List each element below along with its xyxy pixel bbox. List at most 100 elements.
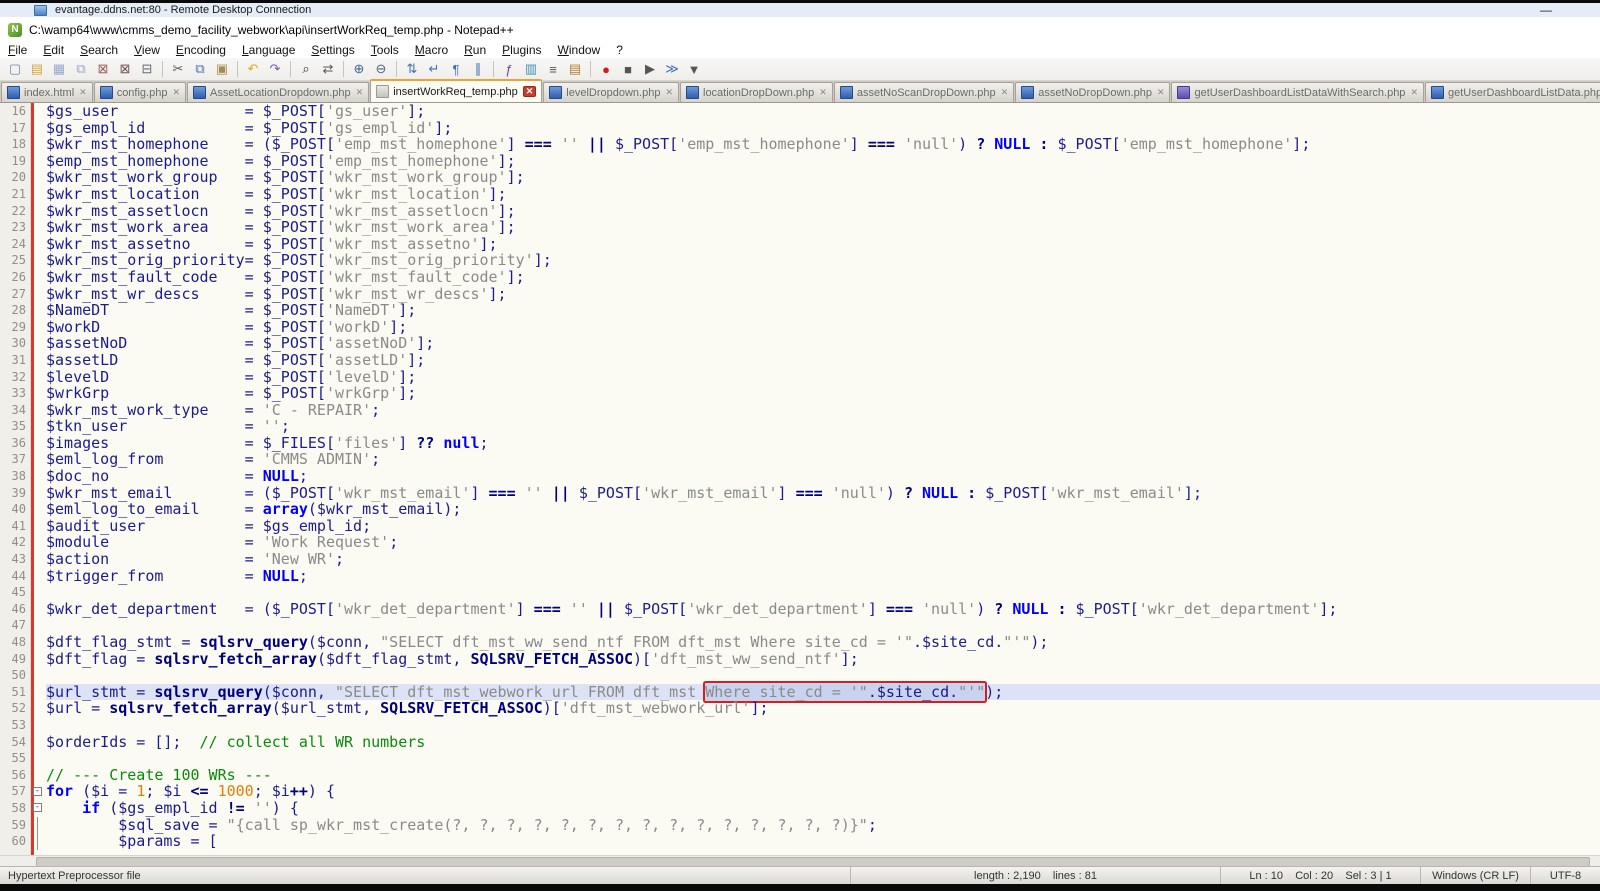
line-number[interactable]: 19: [0, 153, 30, 170]
code-line[interactable]: 57-for ($i = 1; $i <= 1000; $i++) {: [0, 783, 1600, 800]
function-list-icon[interactable]: ƒ: [499, 59, 519, 79]
undo-icon[interactable]: ↶: [243, 59, 263, 79]
macro-play-icon[interactable]: ▶: [640, 59, 660, 79]
close-all-icon[interactable]: ⊠: [115, 59, 135, 79]
menu-item-file[interactable]: File: [0, 43, 35, 57]
code-line[interactable]: 18$wkr_mst_homephone = ($_POST['emp_mst_…: [0, 136, 1600, 153]
code-line[interactable]: 40$eml_log_to_email = array($wkr_mst_ema…: [0, 501, 1600, 518]
code-text[interactable]: $url_stmt = sqlsrv_query($conn, "SELECT …: [46, 684, 1600, 701]
menu-item-macro[interactable]: Macro: [407, 43, 456, 57]
code-text[interactable]: $wkr_mst_work_group = $_POST['wkr_mst_wo…: [46, 169, 1600, 186]
line-number[interactable]: 55: [0, 750, 30, 767]
tab-assetNoDropDown-php[interactable]: assetNoDropDown.php✕: [1015, 82, 1170, 102]
zoom-out-icon[interactable]: ⊖: [371, 59, 391, 79]
code-text[interactable]: $tkn_user = '';: [46, 418, 1600, 435]
line-number[interactable]: 31: [0, 352, 30, 369]
new-file-icon[interactable]: ▢: [5, 59, 25, 79]
menu-item-settings[interactable]: Settings: [303, 43, 362, 57]
tab-close-icon[interactable]: ✕: [1001, 88, 1009, 97]
replace-icon[interactable]: ⇄: [318, 59, 338, 79]
tab-getUserDashboardListData-php[interactable]: getUserDashboardListData.php✕: [1425, 82, 1600, 102]
code-line[interactable]: 48$dft_flag_stmt = sqlsrv_query($conn, "…: [0, 634, 1600, 651]
sync-vertical-scrolling-icon[interactable]: ⇅: [402, 59, 422, 79]
line-number[interactable]: 53: [0, 717, 30, 734]
menu-item-window[interactable]: Window: [550, 43, 609, 57]
save-file-icon[interactable]: ▦: [49, 59, 69, 79]
code-text[interactable]: [46, 617, 1600, 634]
code-line[interactable]: 41 $audit_user = $gs_empl_id;: [0, 518, 1600, 535]
menu-item-plugins[interactable]: Plugins: [494, 43, 549, 57]
cut-icon[interactable]: ✂: [168, 59, 188, 79]
tab-close-icon[interactable]: ✕: [79, 88, 87, 97]
editor-text-area[interactable]: 16$gs_user = $_POST['gs_user'];17$gs_emp…: [0, 103, 1600, 850]
code-text[interactable]: $eml_log_from = 'CMMS ADMIN';: [46, 451, 1600, 468]
find-icon[interactable]: ⌕: [296, 59, 316, 79]
code-text[interactable]: $wkr_mst_wr_descs = $_POST['wkr_mst_wr_d…: [46, 286, 1600, 303]
code-text[interactable]: for ($i = 1; $i <= 1000; $i++) {: [46, 783, 1600, 800]
macro-record-icon[interactable]: ●: [596, 59, 616, 79]
paste-icon[interactable]: ▣: [212, 59, 232, 79]
code-line[interactable]: 24$wkr_mst_assetno = $_POST['wkr_mst_ass…: [0, 236, 1600, 253]
open-file-icon[interactable]: ▤: [27, 59, 47, 79]
code-text[interactable]: $module = 'Work Request';: [46, 534, 1600, 551]
code-line[interactable]: 43 $action = 'New WR';: [0, 551, 1600, 568]
code-line[interactable]: 51 $url_stmt = sqlsrv_query($conn, "SELEC…: [0, 684, 1600, 701]
line-number[interactable]: 44: [0, 568, 30, 585]
rdp-minimize-button[interactable]: —: [1540, 5, 1552, 15]
code-line[interactable]: 59 $sql_save = "{call sp_wkr_mst_create(…: [0, 817, 1600, 834]
code-line[interactable]: 30$assetNoD = $_POST['assetNoD'];: [0, 335, 1600, 352]
line-number[interactable]: 41: [0, 518, 30, 535]
line-number[interactable]: 43: [0, 551, 30, 568]
zoom-in-icon[interactable]: ⊕: [349, 59, 369, 79]
show-all-characters-icon[interactable]: ¶: [446, 59, 466, 79]
code-text[interactable]: $workD = $_POST['workD'];: [46, 319, 1600, 336]
code-text[interactable]: $wkr_mst_fault_code = $_POST['wkr_mst_fa…: [46, 269, 1600, 286]
code-text[interactable]: $gs_user = $_POST['gs_user'];: [46, 103, 1600, 120]
line-number[interactable]: 51: [0, 684, 30, 701]
code-text[interactable]: $emp_mst_homephone = $_POST['emp_mst_hom…: [46, 153, 1600, 170]
code-line[interactable]: 23$wkr_mst_work_area = $_POST['wkr_mst_w…: [0, 219, 1600, 236]
code-text[interactable]: $action = 'New WR';: [46, 551, 1600, 568]
code-line[interactable]: 44$trigger_from = NULL;: [0, 568, 1600, 585]
tab-close-icon[interactable]: ✕: [1410, 88, 1418, 97]
code-line[interactable]: 36$images = $_FILES['files'] ?? null;: [0, 435, 1600, 452]
line-number[interactable]: 47: [0, 617, 30, 634]
line-number[interactable]: 30: [0, 335, 30, 352]
redo-icon[interactable]: ↷: [265, 59, 285, 79]
code-line[interactable]: 42$module = 'Work Request';: [0, 534, 1600, 551]
folder-as-workspace-icon[interactable]: ▤: [565, 59, 585, 79]
menu-item-view[interactable]: View: [126, 43, 168, 57]
line-number[interactable]: 48: [0, 634, 30, 651]
code-text[interactable]: $dft_flag = sqlsrv_fetch_array($dft_flag…: [46, 651, 1600, 668]
code-line[interactable]: 20$wkr_mst_work_group = $_POST['wkr_mst_…: [0, 169, 1600, 186]
code-text[interactable]: $levelD = $_POST['levelD'];: [46, 369, 1600, 386]
fold-collapse-icon[interactable]: -: [33, 803, 42, 812]
code-line[interactable]: 53: [0, 717, 1600, 734]
line-number[interactable]: 24: [0, 236, 30, 253]
line-number[interactable]: 40: [0, 501, 30, 518]
code-line[interactable]: 25$wkr_mst_orig_priority= $_POST['wkr_ms…: [0, 252, 1600, 269]
code-text[interactable]: $wkr_mst_assetlocn = $_POST['wkr_mst_ass…: [46, 203, 1600, 220]
code-line[interactable]: 46$wkr_det_department = ($_POST['wkr_det…: [0, 601, 1600, 618]
menu-item-tools[interactable]: Tools: [363, 43, 407, 57]
line-number[interactable]: 59: [0, 817, 30, 834]
line-number[interactable]: 57: [0, 783, 30, 800]
line-number[interactable]: 49: [0, 651, 30, 668]
tab-getUserDashboardListDataWithSearch-php[interactable]: getUserDashboardListDataWithSearch.php✕: [1171, 82, 1424, 102]
tab-config-php[interactable]: config.php✕: [94, 82, 186, 102]
line-number[interactable]: 35: [0, 418, 30, 435]
code-line[interactable]: 52$url = sqlsrv_fetch_array($url_stmt, S…: [0, 700, 1600, 717]
code-line[interactable]: 19 $emp_mst_homephone = $_POST['emp_mst_h…: [0, 153, 1600, 170]
code-text[interactable]: [46, 667, 1600, 684]
line-number[interactable]: 17: [0, 120, 30, 137]
line-number[interactable]: 52: [0, 700, 30, 717]
menu-item-edit[interactable]: Edit: [35, 43, 72, 57]
code-text[interactable]: $wrkGrp = $_POST['wrkGrp'];: [46, 385, 1600, 402]
code-line[interactable]: 34$wkr_mst_work_type = 'C - REPAIR';: [0, 402, 1600, 419]
code-line[interactable]: 35 $tkn_user = '';: [0, 418, 1600, 435]
line-number[interactable]: 56: [0, 767, 30, 784]
code-text[interactable]: $audit_user = $gs_empl_id;: [46, 518, 1600, 535]
code-text[interactable]: [46, 584, 1600, 601]
code-text[interactable]: $wkr_mst_email = ($_POST['wkr_mst_email'…: [46, 485, 1600, 502]
code-text[interactable]: $orderIds = []; // collect all WR number…: [46, 734, 1600, 751]
